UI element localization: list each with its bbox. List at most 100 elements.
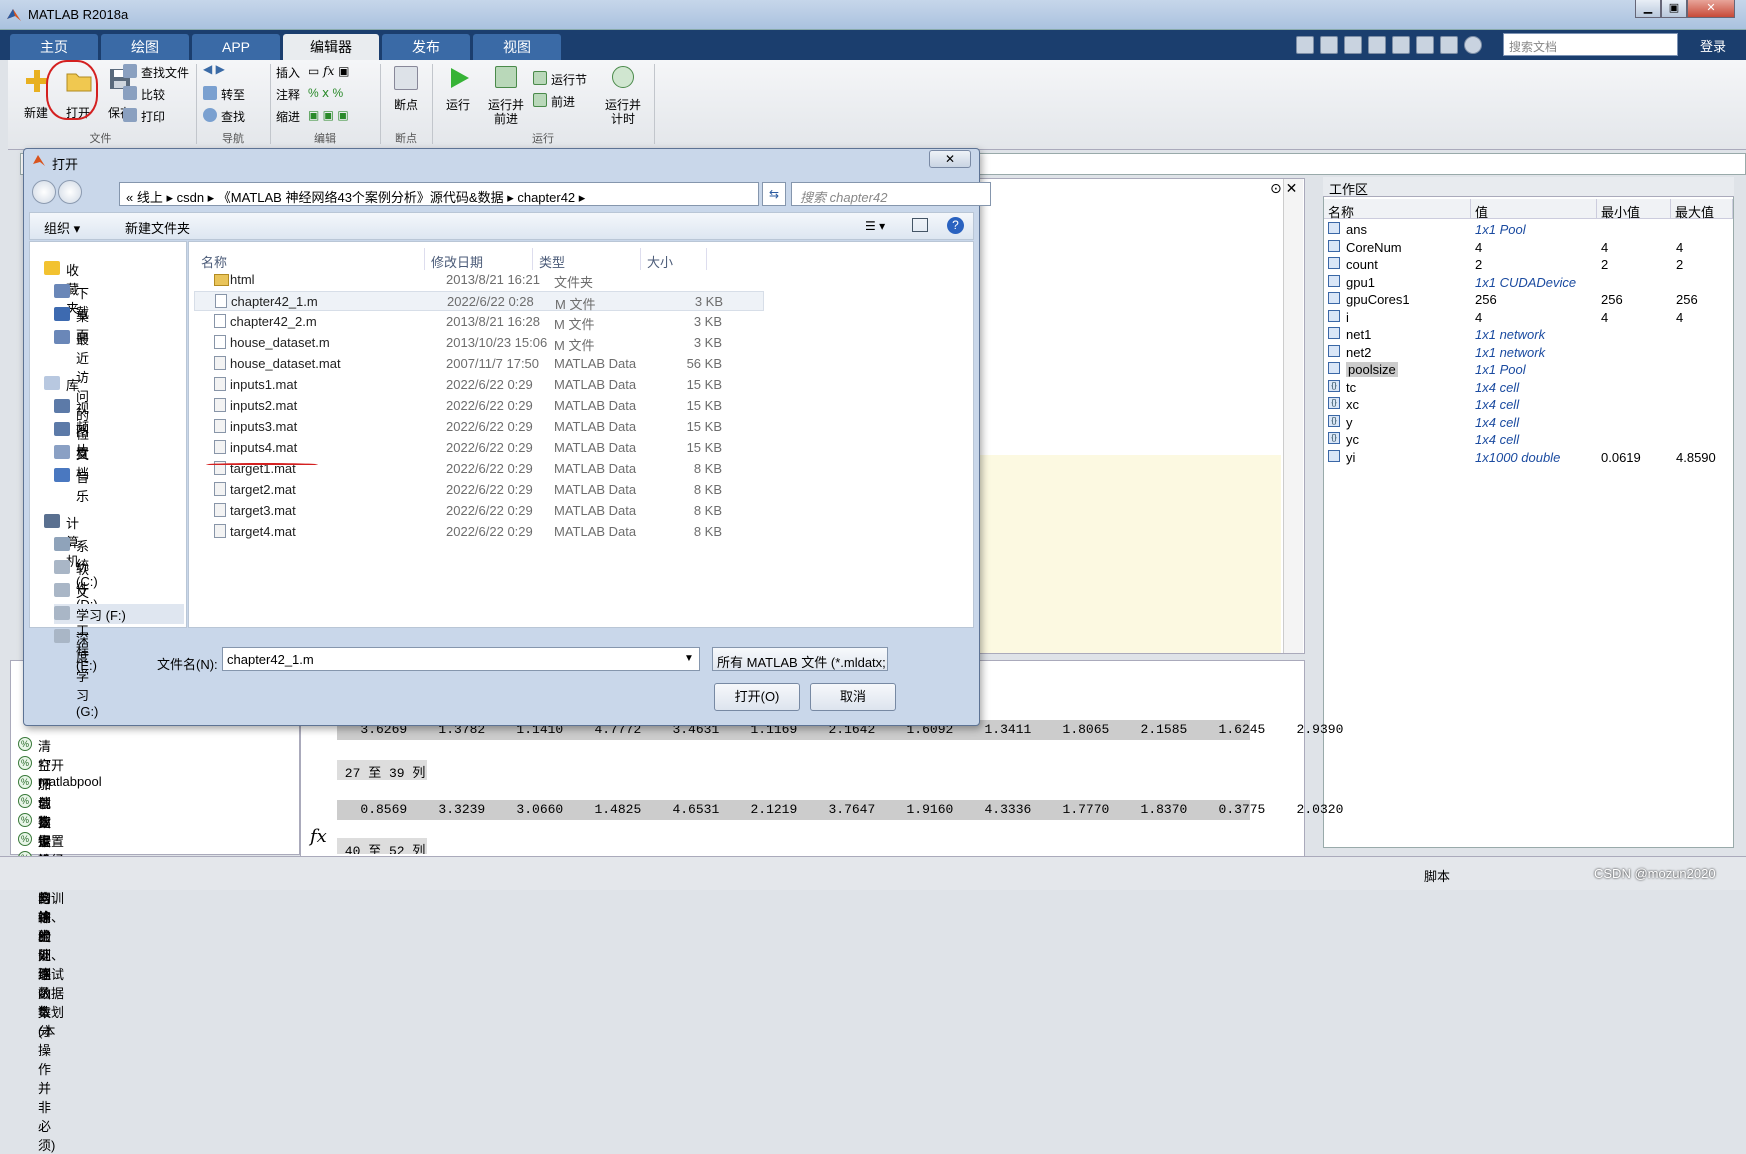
advance-button[interactable]: 前进 xyxy=(533,92,593,110)
file-row[interactable]: target4.mat 2022/6/22 0:29 MATLAB Data 8 KB xyxy=(194,522,764,542)
ws-var-row[interactable]: ans 1x1 Pool xyxy=(1324,221,1733,238)
file-type: M 文件 xyxy=(555,297,596,312)
ws-var-row[interactable]: count 2 2 2 xyxy=(1324,256,1733,273)
editor-collapse-icon[interactable]: ⊙ ✕ xyxy=(1270,180,1297,197)
ws-var-row[interactable]: CoreNum 4 4 4 xyxy=(1324,239,1733,256)
tab-home[interactable]: 主页 xyxy=(10,34,98,60)
advance-label: 前进 xyxy=(551,95,576,109)
ws-var-row[interactable]: {} tc 1x4 cell xyxy=(1324,379,1733,396)
col-date[interactable]: 修改日期 xyxy=(425,248,533,270)
filetype-select[interactable]: 所有 MATLAB 文件 (*.mldatx; xyxy=(712,647,888,671)
file-row[interactable]: inputs4.mat 2022/6/22 0:29 MATLAB Data 15 K… xyxy=(194,438,764,458)
switch-windows-icon[interactable] xyxy=(1440,36,1458,54)
insert-button[interactable]: 插入 xyxy=(276,64,300,81)
file-row[interactable]: house_dataset.mat 2007/11/7 17:50 MATLAB D… xyxy=(194,354,764,374)
dialog-search-input[interactable]: 搜索 chapter42 xyxy=(791,182,991,206)
ws-col-min[interactable]: 最小值 xyxy=(1597,199,1671,220)
refresh-icon[interactable]: ⇆ xyxy=(762,182,786,206)
open-dialog-button[interactable]: 打开(O) xyxy=(714,683,800,711)
ws-var-row[interactable]: i 4 4 4 xyxy=(1324,309,1733,326)
ws-col-max[interactable]: 最大值 xyxy=(1671,199,1733,220)
ws-var-row[interactable]: net2 1x1 network xyxy=(1324,344,1733,361)
file-row[interactable]: target3.mat 2022/6/22 0:29 MATLAB Data 8 KB xyxy=(194,501,764,521)
tab-apps[interactable]: APP xyxy=(192,34,280,60)
col-name[interactable]: 名称 xyxy=(195,248,425,270)
run-section-button[interactable]: 运行节 xyxy=(533,70,593,88)
undo-quick-icon[interactable] xyxy=(1392,36,1410,54)
new-folder-button[interactable]: 新建文件夹 xyxy=(125,218,190,237)
organize-button[interactable]: 组织 ▾ xyxy=(44,218,80,237)
ws-var-row[interactable]: {} yc 1x4 cell xyxy=(1324,431,1733,448)
file-row[interactable]: inputs1.mat 2022/6/22 0:29 MATLAB Data 15 K… xyxy=(194,375,764,395)
ws-var-row[interactable]: gpuCores1 256 256 256 xyxy=(1324,291,1733,308)
maximize-button[interactable]: ▣ xyxy=(1661,0,1687,18)
file-row[interactable]: target1.mat 2022/6/22 0:29 MATLAB Data 8 KB xyxy=(194,459,764,479)
col-size[interactable]: 大小 xyxy=(641,248,707,270)
tab-view[interactable]: 视图 xyxy=(473,34,561,60)
editor-scrollbar[interactable] xyxy=(1283,179,1303,653)
login-link[interactable]: 登录 xyxy=(1700,36,1726,55)
paste-quick-icon[interactable] xyxy=(1368,36,1386,54)
redo-quick-icon[interactable] xyxy=(1416,36,1434,54)
ws-var-row[interactable]: poolsize 1x1 Pool xyxy=(1324,361,1733,378)
search-docs-input[interactable]: 搜索文档 xyxy=(1503,33,1678,56)
comment-icons[interactable]: % ⅹ % xyxy=(308,86,368,100)
print-label: 打印 xyxy=(141,110,166,124)
filename-input[interactable]: chapter42_1.m xyxy=(222,647,700,671)
file-row[interactable]: house_dataset.m 2013/10/23 15:06 M 文件 3 KB xyxy=(194,333,764,353)
cancel-button[interactable]: 取消 xyxy=(810,683,896,711)
ws-var-row[interactable]: yi 1x1000 double 0.0619 4.8590 xyxy=(1324,449,1733,466)
cell-percent-icon: % xyxy=(18,737,32,751)
ws-var-value: 1x1 Pool xyxy=(1475,362,1526,377)
file-row[interactable]: target2.mat 2022/6/22 0:29 MATLAB Data 8 KB xyxy=(194,480,764,500)
tree-item-icon xyxy=(54,307,70,321)
filename-dropdown-icon[interactable]: ▼ xyxy=(684,653,694,664)
back-forward-buttons[interactable]: ◀ ▶ xyxy=(203,62,253,82)
comment-button[interactable]: 注释 xyxy=(276,86,300,103)
tab-editor[interactable]: 编辑器 xyxy=(283,34,379,60)
dialog-close-button[interactable]: ✕ xyxy=(929,150,971,168)
breakpoints-button[interactable]: 断点 xyxy=(386,66,426,126)
help-icon[interactable]: ? xyxy=(947,217,964,234)
print-button[interactable]: 打印 xyxy=(123,106,193,126)
cut-quick-icon[interactable] xyxy=(1320,36,1338,54)
back-button[interactable] xyxy=(32,180,56,204)
copy-quick-icon[interactable] xyxy=(1344,36,1362,54)
save-quick-icon[interactable] xyxy=(1296,36,1314,54)
find-button[interactable]: 查找 xyxy=(203,106,263,126)
indent-button[interactable]: 缩进 xyxy=(276,108,300,125)
ws-var-row[interactable]: {} y 1x4 cell xyxy=(1324,414,1733,431)
compare-button[interactable]: 比较 xyxy=(123,84,193,104)
fx-insert-icon[interactable]: ▭ fx ▣ xyxy=(308,64,368,78)
address-bar[interactable]: « 线上 ▸ csdn ▸ 《MATLAB 神经网络43个案例分析》源代码&数据… xyxy=(119,182,759,206)
tab-publish[interactable]: 发布 xyxy=(382,34,470,60)
preview-pane-icon[interactable] xyxy=(912,218,928,232)
run-advance-button[interactable]: 运行并 前进 xyxy=(483,66,529,126)
minimize-button[interactable]: ▁ xyxy=(1635,0,1661,18)
close-window-button[interactable]: ✕ xyxy=(1687,0,1735,18)
view-options-icon[interactable]: ☰ ▾ xyxy=(865,219,885,233)
file-row[interactable]: chapter42_2.m 2013/8/21 16:28 M 文件 3 KB xyxy=(194,312,764,332)
file-type: MATLAB Data xyxy=(554,356,637,371)
col-type[interactable]: 类型 xyxy=(533,248,641,270)
help-icon[interactable] xyxy=(1464,36,1482,54)
cell-array-icon: {} xyxy=(1328,414,1340,427)
indent-icons[interactable]: ▣ ▣ ▣ xyxy=(308,108,368,122)
ws-col-name[interactable]: 名称 xyxy=(1324,199,1471,220)
file-row[interactable]: html 2013/8/21 16:21 文件夹 xyxy=(194,270,764,290)
ws-var-row[interactable]: {} xc 1x4 cell xyxy=(1324,396,1733,413)
run-and-time-button[interactable]: 运行并 计时 xyxy=(600,66,646,126)
tree-item[interactable]: 学习 (F:) xyxy=(54,604,184,624)
find-files-button[interactable]: 查找文件 xyxy=(123,62,193,82)
goto-button[interactable]: 转至 xyxy=(203,84,263,104)
forward-button[interactable] xyxy=(58,180,82,204)
ws-var-row[interactable]: net1 1x1 network xyxy=(1324,326,1733,343)
file-date: 2022/6/22 0:29 xyxy=(446,419,533,434)
run-button[interactable]: 运行 xyxy=(438,66,478,126)
tab-plots[interactable]: 绘图 xyxy=(101,34,189,60)
file-row[interactable]: inputs2.mat 2022/6/22 0:29 MATLAB Data 15 K… xyxy=(194,396,764,416)
file-row[interactable]: chapter42_1.m 2022/6/22 0:28 M 文件 3 KB xyxy=(194,291,764,312)
ws-col-value[interactable]: 值 xyxy=(1471,199,1597,220)
file-row[interactable]: inputs3.mat 2022/6/22 0:29 MATLAB Data 15 K… xyxy=(194,417,764,437)
ws-var-row[interactable]: gpu1 1x1 CUDADevice xyxy=(1324,274,1733,291)
